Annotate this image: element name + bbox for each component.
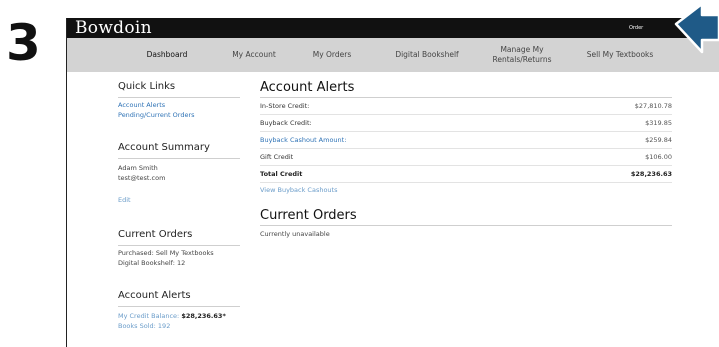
nav-my-orders[interactable]: My Orders	[277, 38, 387, 72]
nav-manage-rentals[interactable]: Manage My Rentals/Returns	[467, 38, 577, 72]
account-name: Adam Smith	[118, 164, 158, 172]
quick-links-heading: Quick Links	[118, 81, 240, 98]
account-alerts-heading: Account Alerts	[118, 290, 240, 307]
alert-row-buyback: Buyback Credit: $319.85	[260, 115, 672, 132]
row-value: $319.85	[645, 119, 672, 127]
row-label: Buyback Credit:	[260, 119, 312, 127]
view-cashouts-link[interactable]: View Buyback Cashouts	[260, 186, 338, 195]
bookshelf-count: Digital Bookshelf: 12	[118, 259, 186, 267]
row-label: Total Credit	[260, 170, 303, 178]
row-label: In-Store Credit:	[260, 102, 310, 110]
current-orders-title: Current Orders	[260, 208, 672, 226]
row-value: $259.84	[645, 136, 672, 144]
alert-row-gift: Gift Credit $106.00	[260, 149, 672, 166]
credit-balance: My Credit Balance: $28,236.63*	[118, 312, 226, 321]
alert-row-in-store: In-Store Credit: $27,810.78	[260, 98, 672, 115]
link-account-alerts[interactable]: Account Alerts	[118, 101, 165, 110]
account-alerts-title: Account Alerts	[260, 80, 672, 98]
row-value: $28,236.63	[630, 170, 672, 178]
step-number: 3	[6, 14, 41, 72]
current-orders-heading: Current Orders	[118, 229, 240, 246]
pointer-arrow-icon	[674, 2, 719, 54]
orders-status: Currently unavailable	[260, 230, 330, 238]
row-label: Gift Credit	[260, 153, 294, 161]
row-value: $106.00	[645, 153, 672, 161]
logo[interactable]: Bowdoin	[75, 18, 152, 38]
main-nav: Dashboard My Account My Orders Digital B…	[67, 38, 719, 72]
alert-row-cashout[interactable]: Buyback Cashout Amount: $259.84	[260, 132, 672, 149]
top-bar: Bowdoin Order	[67, 18, 719, 38]
row-value: $27,810.78	[634, 102, 672, 110]
cashout-link[interactable]: Buyback Cashout Amount:	[260, 136, 346, 144]
nav-sell-my-textbooks[interactable]: Sell My Textbooks	[565, 38, 675, 72]
screenshot-frame: Bowdoin Order Dashboard My Account My Or…	[66, 18, 719, 347]
account-email: test@test.com	[118, 174, 166, 182]
books-sold[interactable]: Books Sold: 192	[118, 322, 170, 331]
purchased-text: Purchased: Sell My Textbooks	[118, 249, 214, 257]
edit-link[interactable]: Edit	[118, 196, 131, 205]
credit-balance-label[interactable]: My Credit Balance:	[118, 312, 179, 320]
link-pending-orders[interactable]: Pending/Current Orders	[118, 111, 195, 120]
alert-row-total: Total Credit $28,236.63	[260, 166, 672, 183]
credit-balance-value: $28,236.63*	[181, 312, 226, 320]
account-summary-heading: Account Summary	[118, 142, 240, 159]
nav-digital-bookshelf[interactable]: Digital Bookshelf	[372, 38, 482, 72]
order-link[interactable]: Order	[629, 24, 643, 32]
